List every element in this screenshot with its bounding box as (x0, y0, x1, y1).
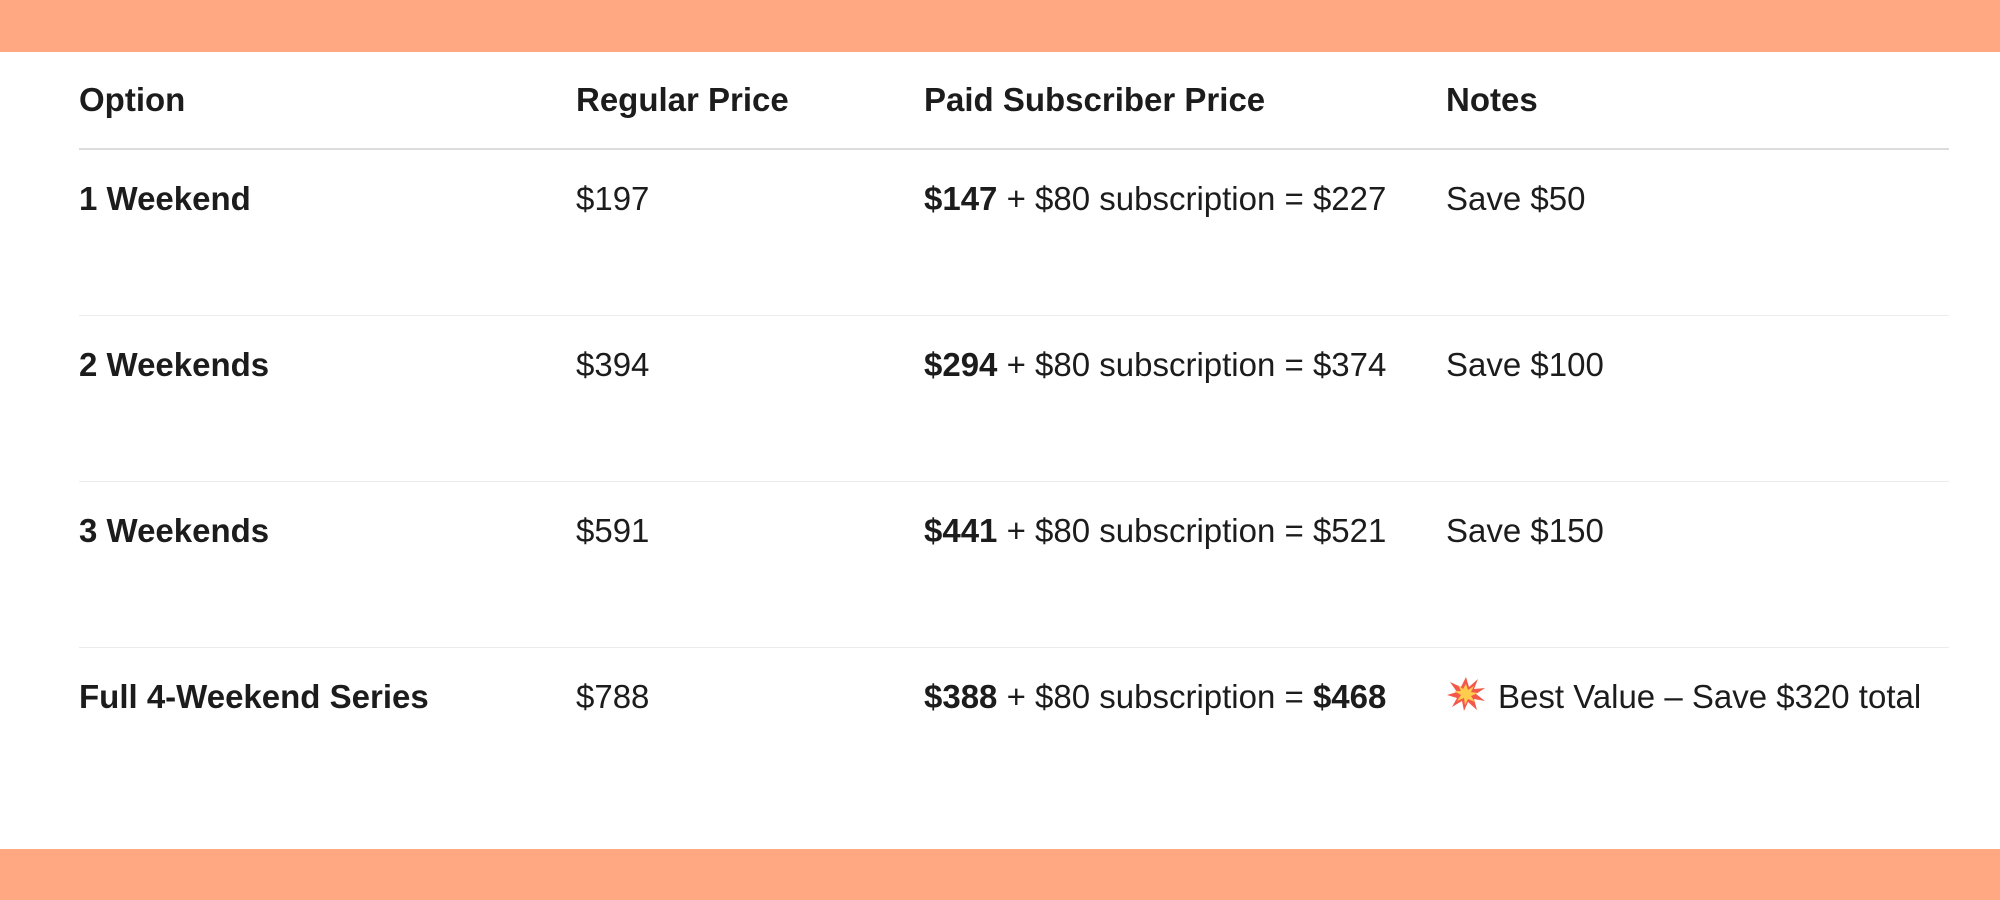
top-accent-band (0, 0, 2000, 52)
subscriber-base-price: $147 (924, 180, 998, 217)
collision-icon-graphic (1447, 677, 1485, 711)
subscriber-base-price: $294 (924, 346, 998, 383)
subscriber-price-formula: + $80 subscription = (997, 678, 1313, 715)
subscriber-price-cell: $294 + $80 subscription = $374 (924, 336, 1446, 481)
table-header-row: Option Regular Price Paid Subscriber Pri… (79, 52, 1949, 150)
subscriber-total-price: $521 (1312, 512, 1387, 549)
notes-cell: Save $150 (1446, 512, 1604, 549)
subscriber-price-cell: $388 + $80 subscription = $468 (924, 668, 1446, 814)
subscriber-price-cell: $441 + $80 subscription = $521 (924, 502, 1446, 647)
table-row: 2 Weekends $394 $294 + $80 subscription … (79, 316, 1949, 482)
pricing-table: Option Regular Price Paid Subscriber Pri… (79, 52, 1949, 814)
option-cell: 3 Weekends (79, 512, 270, 549)
regular-price-cell: $788 (576, 678, 650, 715)
subscriber-total-price: $374 (1312, 346, 1387, 383)
table-row: Full 4-Weekend Series $788 $388 + $80 su… (79, 648, 1949, 814)
regular-price-cell: $394 (576, 346, 650, 383)
subscriber-price-formula: + $80 subscription = (997, 346, 1313, 383)
table-row: 3 Weekends $591 $441 + $80 subscription … (79, 482, 1949, 648)
header-option: Option (79, 81, 186, 118)
subscriber-base-price: $388 (924, 678, 998, 715)
option-cell: 2 Weekends (79, 346, 270, 383)
subscriber-total-price: $227 (1312, 180, 1387, 217)
header-notes: Notes (1446, 81, 1538, 118)
header-subscriber-price: Paid Subscriber Price (924, 81, 1266, 118)
table-row: 1 Weekend $197 $147 + $80 subscription =… (79, 150, 1949, 316)
notes-text: Best Value – Save $320 total (1498, 678, 1922, 715)
subscriber-price-cell: $147 + $80 subscription = $227 (924, 170, 1446, 315)
bottom-accent-band (0, 849, 2000, 900)
notes-cell: Save $100 (1446, 346, 1604, 383)
header-regular-price: Regular Price (576, 81, 789, 118)
regular-price-cell: $197 (576, 180, 650, 217)
subscriber-total-price: $468 (1312, 678, 1387, 715)
collision-icon (1446, 672, 1486, 711)
notes-cell: Save $50 (1446, 180, 1586, 217)
option-cell: Full 4-Weekend Series (79, 678, 429, 715)
subscriber-price-formula: + $80 subscription = (997, 180, 1313, 217)
notes-cell: Best Value – Save $320 total (1446, 668, 1949, 814)
regular-price-cell: $591 (576, 512, 650, 549)
subscriber-price-formula: + $80 subscription = (997, 512, 1313, 549)
option-cell: 1 Weekend (79, 180, 251, 217)
subscriber-base-price: $441 (924, 512, 998, 549)
